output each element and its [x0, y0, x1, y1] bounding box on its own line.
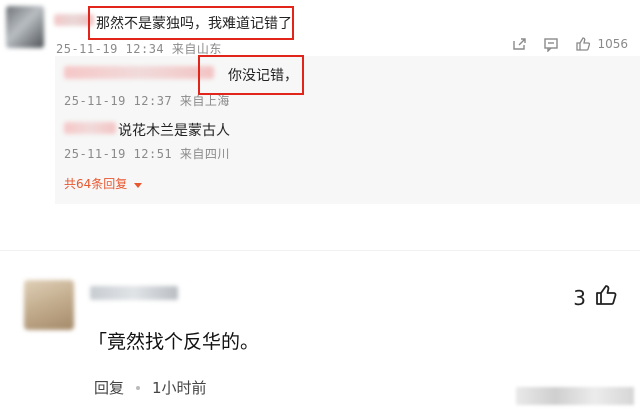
comment-meta: 25-11-19 12:34 来自山东 — [56, 42, 222, 56]
comment-text: 「竟然找个反华的。 — [88, 331, 260, 353]
reply-username-blurred[interactable] — [64, 122, 116, 134]
like-button[interactable]: 1056 — [575, 36, 628, 52]
share-icon[interactable] — [511, 36, 527, 52]
comment-footer: 回复 1小时前 — [94, 377, 207, 398]
username-blurred[interactable] — [90, 286, 178, 300]
comment-time: 1小时前 — [152, 379, 207, 397]
reply-text: 说花木兰是蒙古人 — [118, 123, 230, 139]
like-count: 1056 — [597, 37, 628, 51]
reply-button[interactable]: 回复 — [94, 377, 124, 398]
reply-username-blurred[interactable] — [64, 66, 214, 79]
thumbs-up-icon — [594, 283, 618, 312]
comment-text: 那然不是蒙独吗，我难道记错了 — [96, 16, 292, 32]
like-count: 3 — [573, 285, 586, 310]
caret-down-icon — [134, 178, 143, 192]
reply-meta: 25-11-19 12:37 来自上海 — [64, 94, 230, 108]
comment-icon[interactable] — [543, 36, 559, 52]
divider — [0, 250, 640, 251]
reply-text: 你没记错， — [228, 68, 298, 84]
more-replies-link[interactable]: 共64条回复 — [64, 175, 143, 192]
separator-dot — [136, 385, 141, 390]
reply-meta: 25-11-19 12:51 来自四川 — [64, 147, 230, 161]
comment-actions: 1056 — [511, 36, 628, 52]
avatar[interactable] — [6, 6, 44, 48]
avatar[interactable] — [24, 280, 74, 330]
like-button[interactable]: 3 — [573, 283, 618, 312]
like-icon — [575, 36, 591, 52]
more-replies-label: 共64条回复 — [64, 177, 128, 191]
watermark — [516, 387, 634, 405]
